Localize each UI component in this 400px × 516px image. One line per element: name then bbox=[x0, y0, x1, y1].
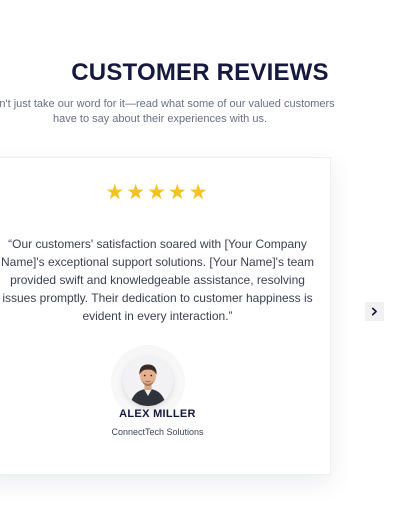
quote-line: Name]'s exceptional support solutions. [… bbox=[1, 255, 314, 269]
star-icon: ★ bbox=[105, 181, 127, 204]
avatar bbox=[123, 356, 173, 406]
quote-line: issues promptly. Their dedication to cus… bbox=[2, 291, 313, 305]
quote-line: “Our customers' satisfaction soared with… bbox=[8, 237, 307, 251]
section-title: CUSTOMER REVIEWS bbox=[71, 58, 329, 86]
star-icon: ★ bbox=[167, 181, 189, 204]
reviewer-name: ALEX MILLER bbox=[119, 408, 196, 420]
star-icon: ★ bbox=[147, 181, 168, 204]
review-card: ★★★★★ “Our customers' satisfaction soare… bbox=[0, 157, 331, 475]
quote-line: provided swift and knowledgeable assista… bbox=[10, 273, 305, 287]
reviewer-photo bbox=[123, 356, 173, 406]
next-review-button[interactable] bbox=[365, 302, 384, 321]
reviewer-company: ConnectTech Solutions bbox=[111, 427, 204, 437]
section-subtitle: Don't just take our word for it—read wha… bbox=[0, 97, 340, 127]
star-icon: ★ bbox=[126, 181, 148, 204]
subtitle-line: have to say about their experiences with… bbox=[52, 113, 267, 125]
star-rating: ★★★★★ bbox=[0, 181, 332, 205]
quote-line: evident in every interaction.” bbox=[82, 309, 233, 323]
subtitle-line: Don't just take our word for it—read wha… bbox=[0, 98, 335, 110]
star-icon: ★ bbox=[188, 181, 210, 204]
chevron-right-icon bbox=[371, 307, 377, 316]
review-quote: “Our customers' satisfaction soared with… bbox=[0, 235, 332, 325]
